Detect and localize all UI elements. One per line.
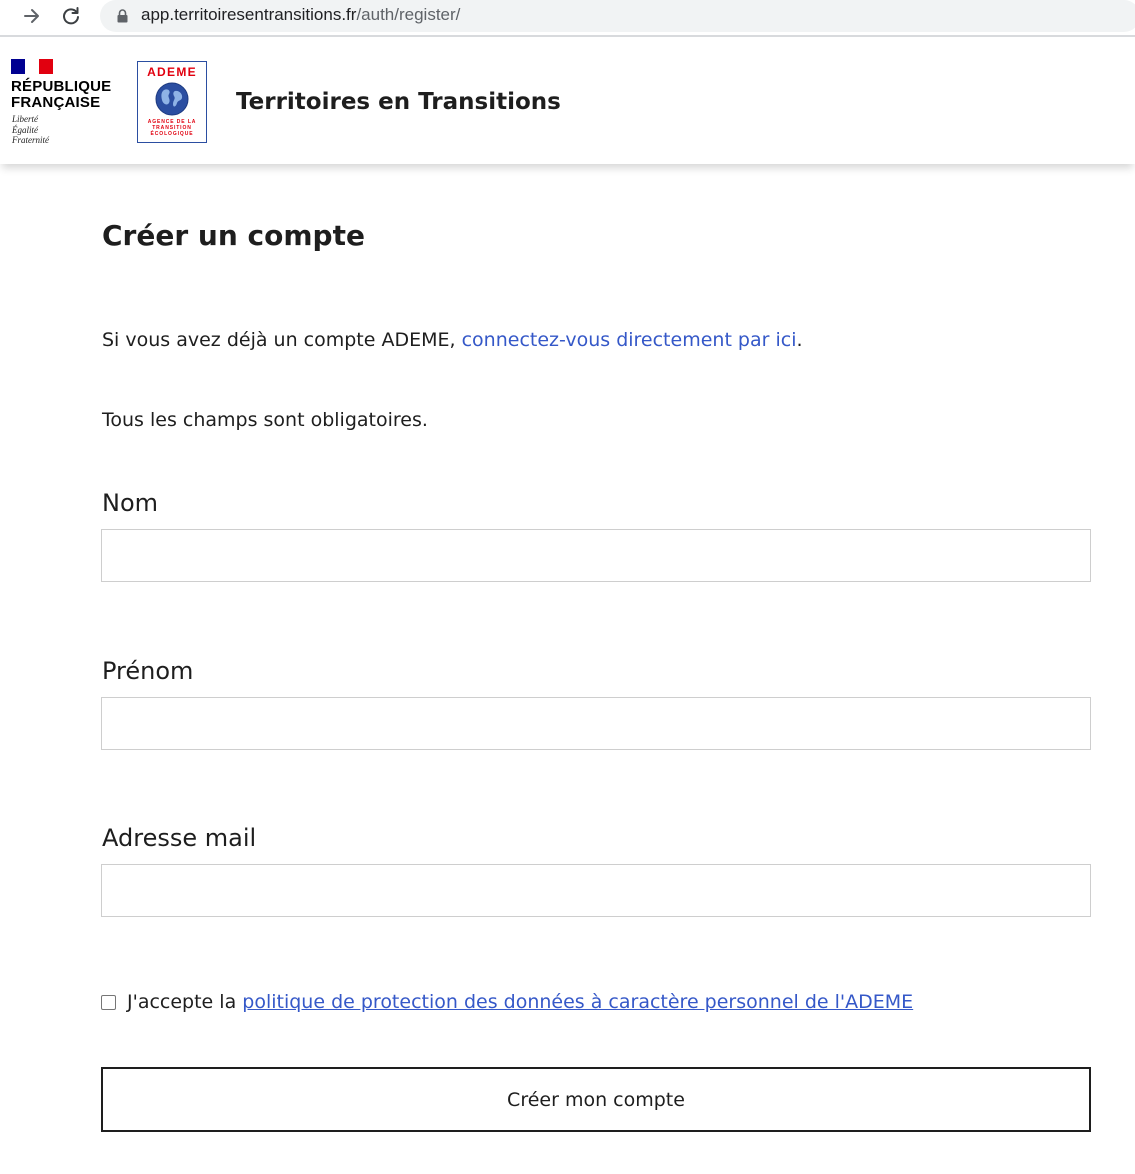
intro-text: Si vous avez déjà un compte ADEME, conne… [102, 329, 803, 351]
create-account-button[interactable]: Créer mon compte [101, 1067, 1091, 1132]
prenom-input[interactable] [101, 697, 1091, 750]
reload-button[interactable] [57, 4, 85, 28]
republique-motto: Liberté Égalité Fraternité [12, 114, 49, 145]
lock-icon [117, 9, 128, 23]
email-label: Adresse mail [102, 824, 257, 852]
reload-icon [63, 7, 79, 25]
intro-prefix: Si vous avez déjà un compte ADEME, [102, 329, 462, 351]
nom-label: Nom [102, 489, 159, 517]
url-text: app.territoiresentransitions.fr/auth/reg… [141, 5, 460, 25]
consent-text: J'accepte la politique de protection des… [127, 991, 913, 1013]
ademe-logo-word: ADEME [147, 65, 197, 79]
consent-row: J'accepte la politique de protection des… [101, 991, 913, 1013]
service-title[interactable]: Territoires en Transitions [236, 89, 561, 115]
login-link[interactable]: connectez-vous directement par ici [462, 329, 797, 351]
nom-input[interactable] [101, 529, 1091, 582]
ademe-logo-subtitle: AGENCE DE LA TRANSITION ÉCOLOGIQUE [147, 119, 197, 137]
privacy-policy-link[interactable]: politique de protection des données à ca… [242, 991, 913, 1013]
consent-checkbox[interactable] [101, 994, 116, 1010]
required-note: Tous les champs sont obligatoires. [102, 409, 428, 431]
ademe-logo[interactable]: ADEME AGENCE DE LA TRANSITION ÉCOLOGIQUE [137, 61, 207, 143]
forward-button[interactable] [18, 4, 46, 28]
email-input[interactable] [101, 864, 1091, 917]
site-header: RÉPUBLIQUE FRANÇAISE Liberté Égalité Fra… [0, 39, 1135, 164]
intro-end: . [796, 329, 803, 351]
republique-name: RÉPUBLIQUE FRANÇAISE [11, 78, 112, 111]
page-title: Créer un compte [102, 219, 365, 252]
prenom-label: Prénom [102, 657, 194, 685]
address-bar[interactable]: app.territoiresentransitions.fr/auth/reg… [100, 0, 1135, 32]
url-path: /auth/register/ [356, 5, 461, 24]
french-flag-icon [11, 59, 53, 74]
arrow-forward-icon [24, 9, 39, 23]
browser-toolbar: app.territoiresentransitions.fr/auth/reg… [0, 0, 1135, 37]
url-host: app.territoiresentransitions.fr [141, 5, 357, 24]
consent-prefix: J'accepte la [127, 991, 243, 1013]
globe-icon [155, 82, 189, 116]
